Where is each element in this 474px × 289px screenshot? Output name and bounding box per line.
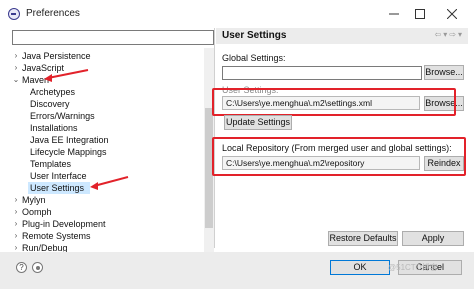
annotation-arrow-maven	[44, 69, 89, 82]
forward-icon[interactable]: ⇨	[449, 30, 458, 39]
global-settings-label: Global Settings:	[222, 53, 286, 63]
expand-arrow-icon[interactable]: ›	[12, 194, 20, 206]
watermark: @51CTO博客	[388, 263, 438, 272]
tree-item-remote-systems[interactable]: › Remote Systems	[12, 230, 192, 242]
global-browse-button[interactable]: Browse...	[424, 65, 464, 80]
preference-tree-pane: › Java Persistence › JavaScript ⌄ Maven …	[6, 28, 214, 270]
global-settings-input[interactable]	[222, 66, 422, 80]
close-icon	[447, 9, 457, 19]
tree-item-oomph[interactable]: › Oomph	[12, 206, 192, 218]
tree-item-javascript[interactable]: › JavaScript	[12, 62, 192, 74]
preference-page: User Settings ⇦▾⇨▾ Global Settings: Brow…	[212, 28, 468, 252]
eclipse-icon	[8, 8, 20, 20]
tree-item-user-settings[interactable]: User Settings	[28, 182, 90, 194]
tree-item-maven[interactable]: ⌄ Maven	[12, 74, 192, 86]
tree-item-mylyn[interactable]: › Mylyn	[12, 194, 192, 206]
tree-item-archetypes[interactable]: Archetypes	[30, 86, 190, 98]
apply-button[interactable]: Apply	[402, 231, 464, 246]
page-navigation: ⇦▾⇨▾	[435, 30, 464, 39]
ok-button[interactable]: OK	[330, 260, 390, 275]
expand-arrow-icon[interactable]: ›	[12, 230, 20, 242]
tree-item-lifecycle-mappings[interactable]: Lifecycle Mappings	[30, 146, 190, 158]
annotation-box-user-settings	[212, 88, 456, 116]
filter-input[interactable]	[12, 30, 214, 45]
tree-item-java-persistence[interactable]: › Java Persistence	[12, 50, 192, 62]
back-icon[interactable]: ⇦	[435, 30, 444, 39]
restore-defaults-button[interactable]: Restore Defaults	[328, 231, 398, 246]
maximize-icon	[415, 9, 425, 19]
import-export-icon[interactable]	[32, 262, 43, 273]
expand-arrow-icon[interactable]: ›	[12, 206, 20, 218]
tree-item-java-ee-integration[interactable]: Java EE Integration	[30, 134, 190, 146]
update-settings-button[interactable]: Update Settings	[224, 115, 292, 130]
tree-item-templates[interactable]: Templates	[30, 158, 190, 170]
annotation-arrow-user-settings	[90, 176, 129, 190]
close-button[interactable]	[440, 4, 464, 24]
minimize-icon	[389, 13, 399, 15]
preference-tree: › Java Persistence › JavaScript ⌄ Maven …	[6, 48, 202, 258]
tree-item-plug-in-development[interactable]: › Plug-in Development	[12, 218, 192, 230]
help-icon[interactable]: ?	[16, 262, 27, 273]
expand-arrow-icon[interactable]: ›	[12, 218, 20, 230]
annotation-box-local-repository	[212, 137, 466, 176]
page-header: User Settings ⇦▾⇨▾	[216, 28, 468, 44]
expand-arrow-icon[interactable]: ›	[12, 50, 20, 62]
maximize-button[interactable]	[408, 4, 432, 24]
minimize-button[interactable]	[382, 4, 406, 24]
tree-item-discovery[interactable]: Discovery	[30, 98, 190, 110]
expand-arrow-icon[interactable]: ›	[12, 62, 20, 74]
window-title: Preferences	[26, 8, 80, 19]
menu-icon[interactable]: ▾	[458, 30, 464, 39]
collapse-arrow-icon[interactable]: ⌄	[12, 74, 20, 86]
page-title: User Settings	[222, 30, 287, 41]
title-bar: Preferences	[0, 0, 474, 28]
tree-item-installations[interactable]: Installations	[30, 122, 190, 134]
tree-item-errors-warnings[interactable]: Errors/Warnings	[30, 110, 190, 122]
